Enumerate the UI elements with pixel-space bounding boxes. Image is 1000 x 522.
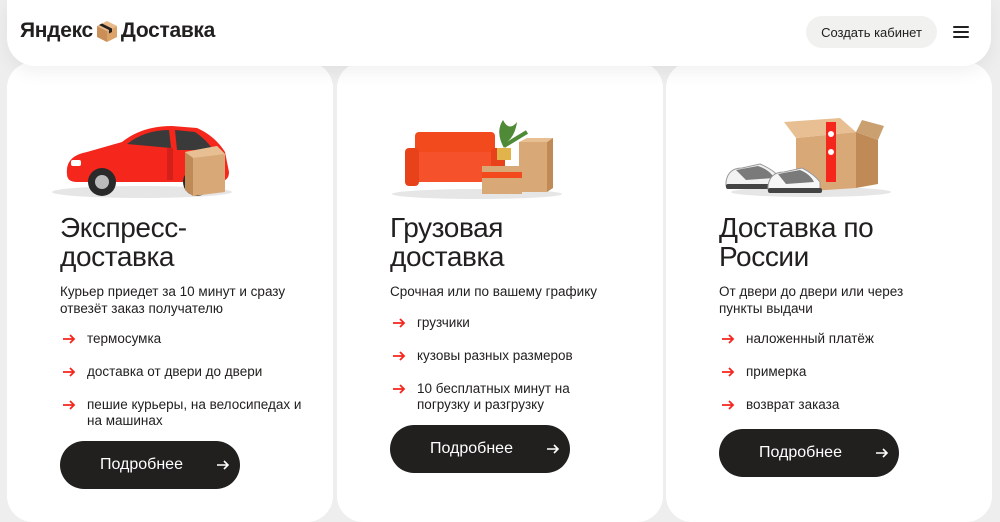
site-header: Яндекс Доставка Создать кабинет xyxy=(7,0,991,66)
feature-item: доставка от двери до двери xyxy=(60,364,310,380)
yandex-delivery-logo[interactable]: Яндекс Доставка xyxy=(20,19,215,43)
feature-text: 10 бесплатных минут на погрузку и разгру… xyxy=(417,381,570,412)
red-arrow-icon xyxy=(393,384,406,394)
card-title-line: России xyxy=(719,241,809,272)
more-button[interactable]: Подробнее xyxy=(390,425,570,473)
sofa-illustration xyxy=(377,112,577,202)
parcel-logo-icon xyxy=(95,19,119,43)
more-button-label: Подробнее xyxy=(430,440,513,457)
feature-text: пешие курьеры, на велосипедах и на машин… xyxy=(87,397,302,428)
arrow-right-icon xyxy=(217,460,230,470)
red-arrow-icon xyxy=(63,334,76,344)
more-button[interactable]: Подробнее xyxy=(60,441,240,489)
feature-item: грузчики xyxy=(390,315,610,331)
feature-item: 10 бесплатных минут на погрузку и разгру… xyxy=(390,381,610,413)
logo-delivery-text: Доставка xyxy=(120,19,216,42)
card-title: Грузовая доставка xyxy=(390,212,505,272)
feature-item: пешие курьеры, на велосипедах и на машин… xyxy=(60,397,310,429)
feature-text: грузчики xyxy=(417,315,470,330)
feature-item: примерка xyxy=(719,364,874,380)
card-title-line: доставка xyxy=(60,241,175,272)
feature-text: кузовы разных размеров xyxy=(417,348,573,363)
more-button-label: Подробнее xyxy=(100,456,183,473)
more-button[interactable]: Подробнее xyxy=(719,429,899,477)
feature-item: кузовы разных размеров xyxy=(390,348,610,364)
card-title: Экспресс- доставка xyxy=(60,213,187,271)
parcel-shoes-illustration xyxy=(706,112,906,202)
card-subtitle: От двери до двери или через пункты выдач… xyxy=(719,284,904,316)
more-button-label: Подробнее xyxy=(759,444,842,461)
card-title-line: доставка xyxy=(390,241,505,272)
feature-text: термосумка xyxy=(87,331,162,346)
create-cabinet-button[interactable]: Создать кабинет xyxy=(806,16,937,48)
cargo-delivery-card: Грузовая доставка Срочная или по вашему … xyxy=(337,62,663,522)
red-arrow-icon xyxy=(722,367,735,377)
red-arrow-icon xyxy=(393,351,406,361)
card-title-line: Доставка по xyxy=(719,212,874,243)
card-title-line: Грузовая xyxy=(390,212,504,243)
card-subtitle: Курьер приедет за 10 минут и сразу отвез… xyxy=(60,284,286,316)
feature-list: наложенный платёж примерка возврат заказ… xyxy=(719,331,874,430)
arrow-right-icon xyxy=(876,448,889,458)
card-subtitle: Срочная или по вашему графику xyxy=(390,284,598,299)
arrow-right-icon xyxy=(547,444,560,454)
feature-text: доставка от двери до двери xyxy=(87,364,263,379)
feature-text: возврат заказа xyxy=(746,397,840,412)
red-arrow-icon xyxy=(722,334,735,344)
hamburger-menu-icon[interactable] xyxy=(952,25,970,39)
card-title-line: Экспресс- xyxy=(60,212,187,243)
feature-item: наложенный платёж xyxy=(719,331,874,347)
red-arrow-icon xyxy=(722,400,735,410)
feature-list: термосумка доставка от двери до двери пе… xyxy=(60,331,310,446)
feature-item: термосумка xyxy=(60,331,310,347)
russia-delivery-card: Доставка по России От двери до двери или… xyxy=(666,62,992,522)
red-arrow-icon xyxy=(63,400,76,410)
feature-text: наложенный платёж xyxy=(746,331,874,346)
car-illustration xyxy=(47,112,247,202)
red-arrow-icon xyxy=(393,318,406,328)
express-delivery-card: Экспресс- доставка Курьер приедет за 10 … xyxy=(7,62,333,522)
feature-list: грузчики кузовы разных размеров 10 беспл… xyxy=(390,315,610,430)
red-arrow-icon xyxy=(63,367,76,377)
logo-yandex-text: Яндекс xyxy=(20,19,93,42)
feature-text: примерка xyxy=(746,364,807,379)
feature-item: возврат заказа xyxy=(719,397,874,413)
card-title: Доставка по России xyxy=(719,212,874,272)
